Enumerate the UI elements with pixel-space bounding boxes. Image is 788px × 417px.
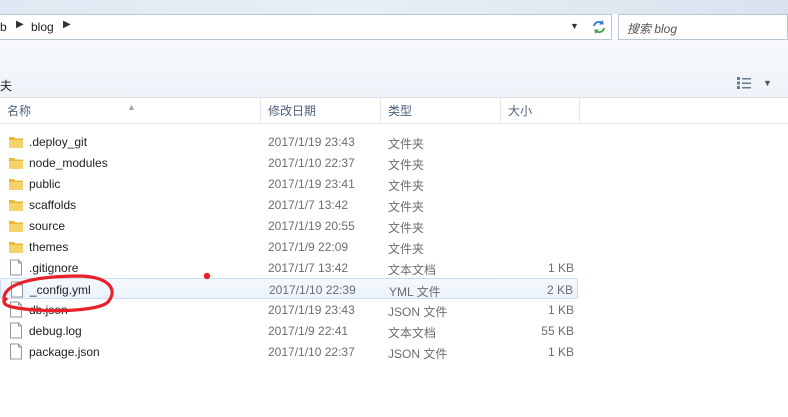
breadcrumb-item-blog[interactable]: blog (31, 20, 54, 34)
document-icon (11, 281, 23, 298)
file-row[interactable]: node_modules 2017/1/10 22:37 文件夹 (0, 152, 578, 173)
folder-icon (9, 137, 23, 148)
view-details-icon[interactable] (736, 76, 752, 90)
file-type: 文件夹 (388, 200, 425, 214)
file-date: 2017/1/10 22:39 (269, 283, 356, 297)
file-name: .gitignore (29, 261, 79, 275)
file-row[interactable]: _config.yml 2017/1/10 22:39 YML 文件 2 KB (0, 278, 578, 299)
file-type: 文件夹 (388, 137, 425, 151)
file-type: JSON 文件 (388, 305, 448, 319)
file-date: 2017/1/19 23:43 (268, 135, 355, 149)
search-input[interactable]: 搜索 blog (627, 20, 677, 37)
breadcrumb-separator-icon[interactable]: ▶ (63, 19, 71, 30)
file-name: scaffolds (29, 198, 77, 212)
file-date: 2017/1/19 23:41 (268, 177, 355, 191)
file-row[interactable]: source 2017/1/19 20:55 文件夹 (0, 215, 578, 236)
document-icon (10, 301, 22, 318)
file-name: public (29, 177, 61, 191)
file-row[interactable]: .gitignore 2017/1/7 13:42 文本文档 1 KB (0, 257, 578, 278)
file-date: 2017/1/19 20:55 (268, 219, 355, 233)
file-type: 文本文档 (388, 326, 437, 340)
folder-icon (9, 242, 23, 253)
file-type: YML 文件 (389, 285, 441, 299)
toolbar-partial-label[interactable]: 夫 (0, 77, 12, 94)
view-options-dropdown-icon[interactable]: ▼ (763, 78, 772, 88)
search-box[interactable]: 搜索 blog (618, 14, 788, 40)
column-header-size-label: 大小 (508, 104, 533, 118)
file-type: 文件夹 (388, 158, 425, 172)
file-row[interactable]: themes 2017/1/9 22:09 文件夹 (0, 236, 578, 257)
breadcrumb-separator-icon[interactable]: ▶ (16, 19, 24, 30)
file-date: 2017/1/10 22:37 (268, 345, 355, 359)
file-date: 2017/1/7 13:42 (268, 198, 349, 212)
file-name: _config.yml (30, 283, 91, 297)
document-icon (10, 322, 22, 339)
column-header-name-label: 名称 (7, 104, 32, 118)
folder-icon (9, 221, 23, 232)
file-row[interactable]: public 2017/1/19 23:41 文件夹 (0, 173, 578, 194)
sort-ascending-icon: ▲ (127, 102, 136, 112)
file-date: 2017/1/19 23:43 (268, 303, 355, 317)
column-header-date-label: 修改日期 (268, 104, 317, 118)
file-row[interactable]: scaffolds 2017/1/7 13:42 文件夹 (0, 194, 578, 215)
breadcrumb-item-parent[interactable]: b (0, 20, 7, 34)
column-header-type[interactable]: 类型 (381, 98, 501, 123)
file-name: .deploy_git (29, 135, 88, 149)
folder-icon (9, 200, 23, 211)
file-date: 2017/1/9 22:41 (268, 324, 349, 338)
file-type: 文本文档 (388, 263, 437, 277)
file-size: 1 KB (547, 261, 574, 275)
folder-icon (9, 158, 23, 169)
file-name: themes (29, 240, 69, 254)
file-name: debug.log (29, 324, 82, 338)
file-name: node_modules (29, 156, 108, 170)
file-row[interactable]: db.json 2017/1/19 23:43 JSON 文件 1 KB (0, 299, 578, 320)
column-header-type-label: 类型 (388, 104, 413, 118)
file-date: 2017/1/7 13:42 (268, 261, 349, 275)
file-date: 2017/1/10 22:37 (268, 156, 355, 170)
file-type: 文件夹 (388, 221, 425, 235)
column-header-size[interactable]: 大小 (501, 98, 580, 123)
file-type: 文件夹 (388, 242, 425, 256)
column-header-row: 名称 ▲ 修改日期 类型 大小 (0, 98, 788, 124)
file-size: 55 KB (541, 324, 574, 338)
folder-icon (9, 179, 23, 190)
document-icon (10, 259, 22, 276)
file-type: 文件夹 (388, 179, 425, 193)
address-history-dropdown-icon[interactable]: ▼ (570, 21, 579, 31)
document-icon (10, 343, 22, 360)
column-header-name[interactable]: 名称 ▲ (0, 98, 261, 123)
file-row[interactable]: .deploy_git 2017/1/19 23:43 文件夹 (0, 131, 578, 152)
file-row[interactable]: debug.log 2017/1/9 22:41 文本文档 55 KB (0, 320, 578, 341)
file-size: 1 KB (547, 345, 574, 359)
file-name: package.json (29, 345, 100, 359)
file-name: db.json (29, 303, 68, 317)
file-name: source (29, 219, 66, 233)
address-bar[interactable]: b ▶ blog ▶ ▼ (0, 14, 612, 40)
refresh-icon[interactable] (590, 18, 608, 36)
file-size: 2 KB (546, 283, 573, 297)
file-row[interactable]: package.json 2017/1/10 22:37 JSON 文件 1 KB (0, 341, 578, 362)
command-toolbar: 夫 ▼ (0, 40, 788, 98)
file-date: 2017/1/9 22:09 (268, 240, 349, 254)
window-top-strip (0, 0, 788, 14)
file-type: JSON 文件 (388, 347, 448, 361)
column-header-date[interactable]: 修改日期 (261, 98, 381, 123)
file-size: 1 KB (547, 303, 574, 317)
